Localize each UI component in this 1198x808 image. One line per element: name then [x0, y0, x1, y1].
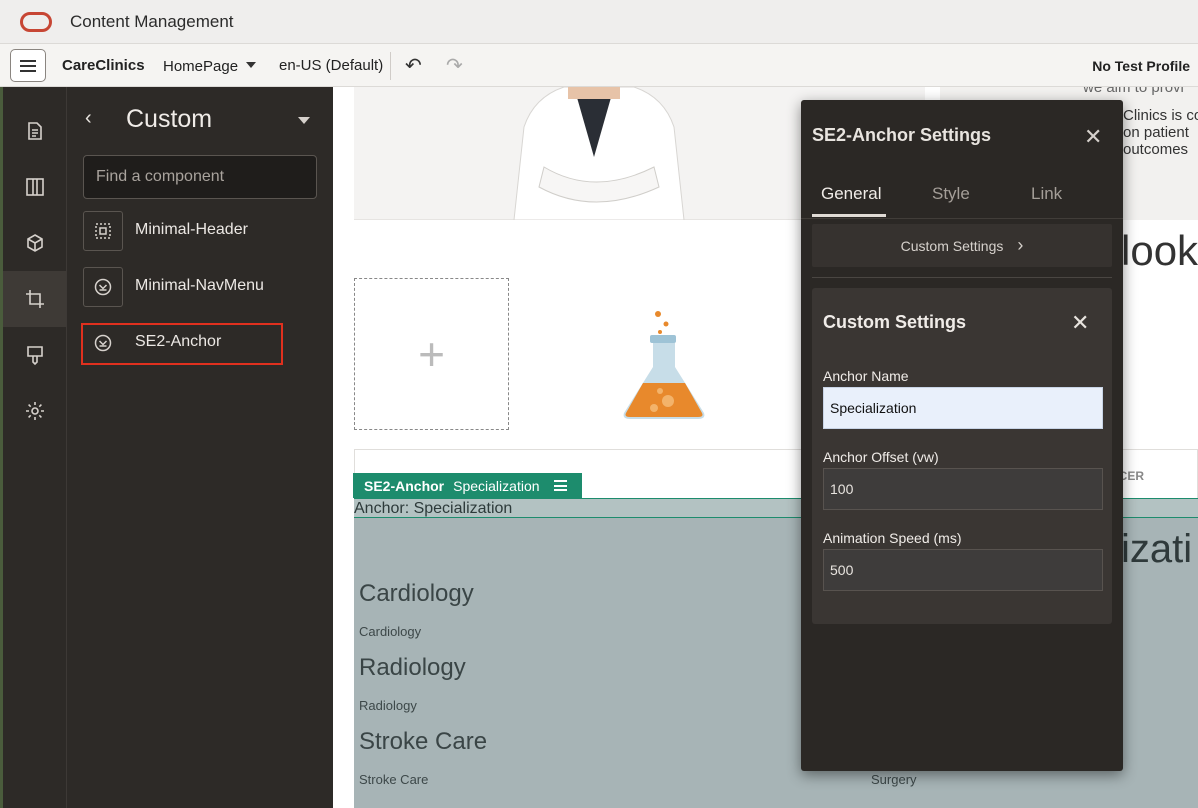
component-panel: ‹ Custom Minimal-Header Minimal-NavMenu … [67, 87, 333, 808]
heading-fragment: izati [1121, 527, 1193, 571]
specialization-title: Cardiology [359, 580, 474, 607]
app-title: Content Management [70, 12, 234, 31]
page-selector[interactable]: HomePage [163, 58, 238, 75]
component-menu-icon[interactable] [553, 480, 567, 491]
specialization-subtitle: Stroke Care [359, 772, 429, 787]
selected-component-highlight [81, 323, 283, 365]
hero-text: outcomes [1123, 141, 1189, 158]
flask-image [623, 311, 705, 419]
hero-text: on patient [1123, 124, 1189, 141]
locale-selector[interactable]: en-US (Default) [279, 57, 383, 74]
redo-icon[interactable]: ↷ [446, 53, 463, 78]
sub-dialog-title: Custom Settings [823, 312, 967, 332]
anchor-offset-input[interactable] [823, 468, 1103, 510]
anchor-component-tag[interactable]: SE2-Anchor Specialization [353, 473, 582, 498]
component-item-minimal-header[interactable]: Minimal-Header [83, 211, 283, 251]
specialization-subtitle: Surgery [871, 772, 917, 787]
custom-settings-button[interactable]: Custom Settings › [812, 224, 1112, 267]
custom-settings-dialog: Custom Settings ✕ Anchor Name Anchor Off… [812, 288, 1112, 624]
hero-text: we aim to provi [1083, 87, 1184, 96]
anchor-offset-label: Anchor Offset (vw) [823, 449, 939, 465]
pages-icon[interactable] [3, 103, 66, 159]
components-icon[interactable] [3, 215, 66, 271]
oracle-logo [20, 12, 52, 32]
tab-style[interactable]: Style [932, 184, 970, 204]
specialization-subtitle: Cardiology [359, 624, 422, 639]
site-name[interactable]: CareClinics [62, 57, 145, 74]
toolbar: CareClinics HomePage en-US (Default) ↶ ↷… [0, 44, 1198, 87]
add-component-placeholder[interactable]: + [354, 278, 509, 430]
animation-speed-label: Animation Speed (ms) [823, 530, 962, 546]
plus-icon: + [418, 328, 445, 380]
anchor-name-input[interactable] [823, 387, 1103, 429]
layout-icon[interactable] [3, 159, 66, 215]
anchor-name-label: Anchor Name [823, 368, 909, 384]
undo-icon[interactable]: ↶ [405, 53, 422, 78]
component-label: Minimal-Header [135, 221, 248, 238]
dialog-title: SE2-Anchor Settings [812, 125, 992, 145]
back-chevron-icon[interactable]: ‹ [85, 107, 92, 130]
title-bar: Content Management [0, 0, 1198, 44]
component-search-input[interactable] [83, 155, 317, 199]
custom-settings-label: Custom Settings [900, 237, 1004, 254]
header-component-icon [83, 211, 123, 251]
crop-icon[interactable] [3, 271, 66, 327]
menu-icon-line [20, 60, 36, 62]
toolbar-divider [390, 52, 391, 80]
menu-button[interactable] [10, 49, 46, 82]
menu-icon-line [20, 70, 36, 72]
tab-link[interactable]: Link [1031, 184, 1062, 204]
active-tab-indicator [812, 214, 886, 217]
panel-dropdown-caret-icon[interactable] [298, 117, 310, 124]
anchor-tag-value: Specialization [453, 477, 540, 494]
settings-icon[interactable] [3, 383, 66, 439]
anchor-tag-name: SE2-Anchor [364, 477, 445, 494]
tab-general[interactable]: General [821, 184, 881, 204]
panel-title: Custom [126, 105, 213, 133]
component-label: Minimal-NavMenu [135, 277, 264, 294]
animation-speed-input[interactable] [823, 549, 1103, 591]
menu-icon-line [20, 65, 36, 67]
component-item-minimal-navmenu[interactable]: Minimal-NavMenu [83, 267, 283, 307]
specialization-title: Stroke Care [359, 728, 488, 755]
dialog-divider [812, 277, 1112, 278]
specialization-subtitle: Radiology [359, 698, 417, 713]
test-profile-selector[interactable]: No Test Profile [1092, 58, 1190, 74]
specialization-title: Radiology [359, 654, 466, 681]
doctor-image [513, 87, 685, 220]
close-icon[interactable]: ✕ [1071, 310, 1089, 336]
chevron-circle-icon [83, 267, 123, 307]
tab-divider [801, 218, 1123, 219]
heading-fragment: look [1121, 227, 1198, 274]
anchor-settings-dialog: SE2-Anchor Settings ✕ General Style Link… [801, 100, 1123, 771]
chevron-right-icon: › [1017, 235, 1024, 255]
page-dropdown-caret-icon[interactable] [246, 62, 256, 68]
theme-icon[interactable] [3, 327, 66, 383]
close-icon[interactable]: ✕ [1084, 124, 1102, 150]
app-window: Content Management CareClinics HomePage … [0, 0, 1198, 808]
hero-text: Clinics is co [1123, 107, 1198, 124]
